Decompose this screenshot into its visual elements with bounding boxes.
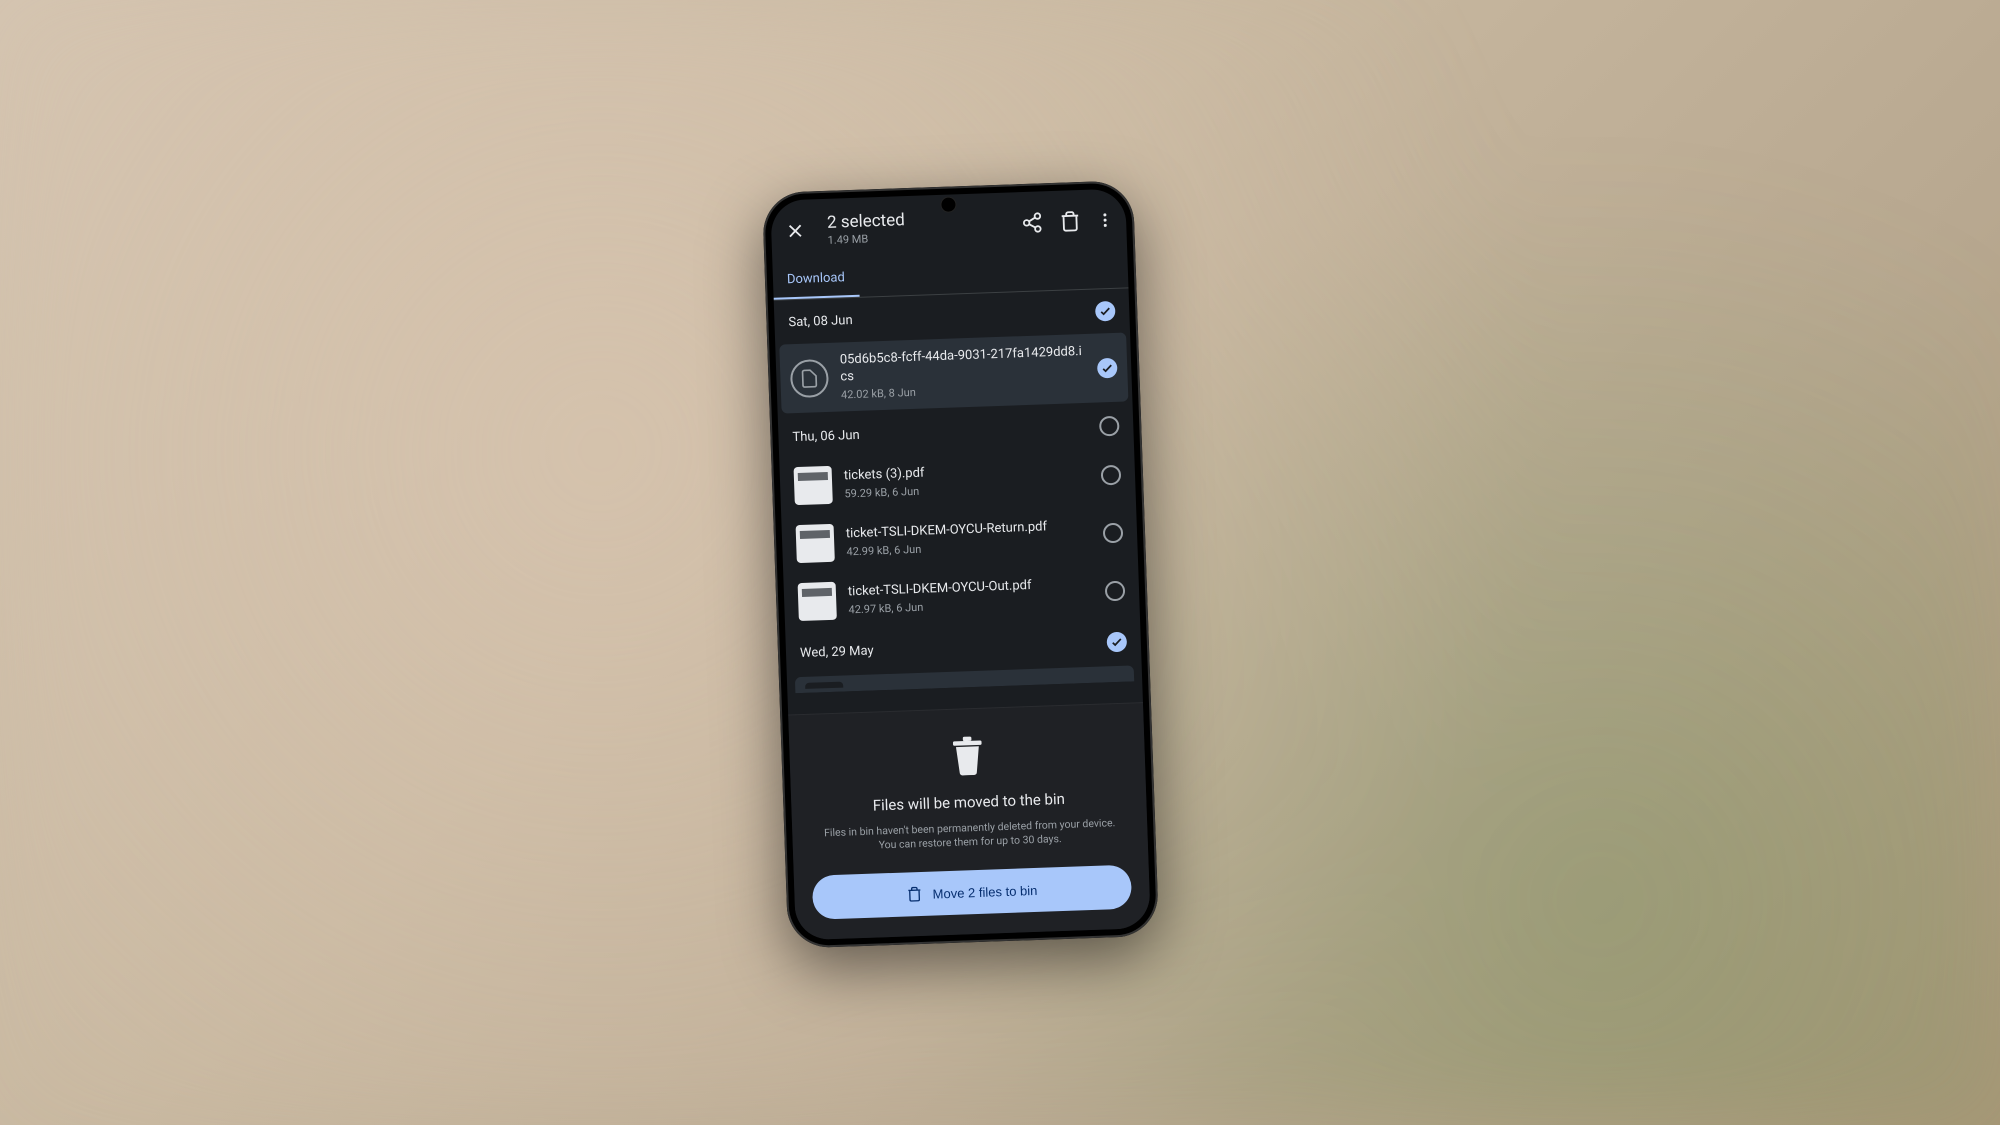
button-label: Move 2 files to bin bbox=[932, 882, 1037, 901]
sheet-description: Files in bin haven't been permanently de… bbox=[810, 815, 1130, 855]
tab-download[interactable]: Download bbox=[772, 262, 859, 300]
pdf-thumbnail bbox=[797, 581, 836, 620]
check-icon[interactable] bbox=[1094, 301, 1115, 322]
close-button[interactable] bbox=[782, 218, 807, 243]
screen: 2 selected 1.49 MB Download Sat, 08 Jun bbox=[770, 188, 1151, 940]
file-row[interactable]: 05d6b5c8-fcff-44da-9031-217fa1429dd8.ics… bbox=[779, 332, 1128, 413]
bottom-sheet: Files will be moved to the bin Files in … bbox=[788, 701, 1151, 940]
share-button[interactable] bbox=[1019, 210, 1044, 235]
camera-cutout bbox=[939, 196, 956, 213]
file-icon bbox=[789, 358, 828, 397]
file-list[interactable]: Sat, 08 Jun 05d6b5c8-fcff-44da-9031-217f… bbox=[773, 288, 1141, 693]
file-info: tickets (3).pdf 59.29 kB, 6 Jun bbox=[843, 460, 1089, 500]
trash-icon bbox=[906, 885, 923, 902]
checkbox-empty[interactable] bbox=[1098, 415, 1119, 436]
check-icon[interactable] bbox=[1096, 357, 1117, 378]
checkbox-empty[interactable] bbox=[1104, 580, 1125, 601]
bin-icon bbox=[948, 734, 985, 775]
date-label: Sat, 08 Jun bbox=[788, 312, 853, 329]
file-info: ticket-TSLI-DKEM-OYCU-Out.pdf 42.97 kB, … bbox=[847, 576, 1093, 616]
date-label: Wed, 29 May bbox=[799, 643, 873, 661]
checkbox-empty[interactable] bbox=[1102, 522, 1123, 543]
checkbox-empty[interactable] bbox=[1100, 464, 1121, 485]
pdf-thumbnail bbox=[793, 466, 832, 505]
pdf-thumbnail bbox=[795, 523, 834, 562]
phone-frame: 2 selected 1.49 MB Download Sat, 08 Jun bbox=[761, 180, 1158, 948]
sheet-title: Files will be moved to the bin bbox=[809, 787, 1128, 816]
title-block: 2 selected 1.49 MB bbox=[826, 206, 1006, 247]
more-button[interactable] bbox=[1095, 208, 1114, 233]
check-icon[interactable] bbox=[1106, 631, 1127, 652]
file-name: 05d6b5c8-fcff-44da-9031-217fa1429dd8.ics bbox=[839, 344, 1085, 386]
move-to-bin-button[interactable]: Move 2 files to bin bbox=[811, 864, 1131, 919]
date-label: Thu, 06 Jun bbox=[792, 427, 860, 444]
file-info: 05d6b5c8-fcff-44da-9031-217fa1429dd8.ics… bbox=[839, 344, 1086, 401]
file-info: ticket-TSLI-DKEM-OYCU-Return.pdf 42.99 k… bbox=[845, 518, 1091, 558]
delete-button[interactable] bbox=[1057, 209, 1082, 234]
